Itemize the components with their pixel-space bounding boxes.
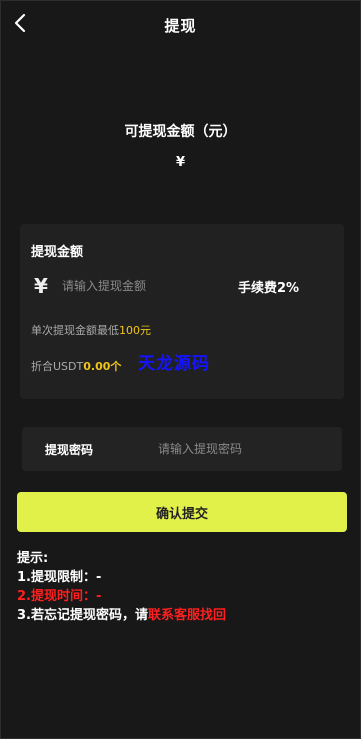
usdt-value: 0.00个 [83,360,122,373]
confirm-submit-button[interactable]: 确认提交 [17,492,347,532]
withdraw-password-input[interactable] [158,439,328,459]
app-frame: 提现 可提现金额（元） ¥ 提现金额 ¥ 手续费2% 单次提现金额最低100元 … [0,0,361,739]
tips-section: 提示: 1.提现限制：- 2.提现时间：- 3.若忘记提现密码，请联系客服找回 [17,549,226,625]
min-amount-value: 100元 [119,324,151,337]
withdraw-amount-card: 提现金额 ¥ 手续费2% 单次提现金额最低100元 折合USDT0.00个 天龙… [20,224,344,399]
withdraw-password-row: 提现密码 [22,427,342,471]
yen-icon: ¥ [34,274,48,298]
tip-limit: 1.提现限制：- [17,570,102,585]
tip-forgot-password: 3.若忘记提现密码，请联系客服找回 [17,606,226,625]
withdraw-amount-title: 提现金额 [31,245,84,260]
usdt-equivalent: 折合USDT0.00个 [31,358,121,374]
fee-rate: 手续费2% [238,281,300,296]
tip-forgot-prefix: 3.若忘记提现密码，请 [17,608,148,623]
contact-support-link[interactable]: 联系客服找回 [148,608,226,623]
usdt-prefix: 折合USDT [31,360,84,373]
min-amount-note: 单次提现金额最低100元 [31,322,151,338]
withdraw-amount-input[interactable] [62,276,222,296]
available-balance-label: 可提现金额（元） [124,124,237,140]
tip-time: 2.提现时间：- [17,589,102,604]
available-balance-value: ¥ [175,155,186,170]
watermark-text: 天龙源码 [138,354,210,374]
min-amount-prefix: 单次提现金额最低 [31,324,119,337]
tips-title: 提示: [17,551,49,566]
withdraw-password-label: 提现密码 [45,443,94,457]
page-title: 提现 [164,17,197,35]
